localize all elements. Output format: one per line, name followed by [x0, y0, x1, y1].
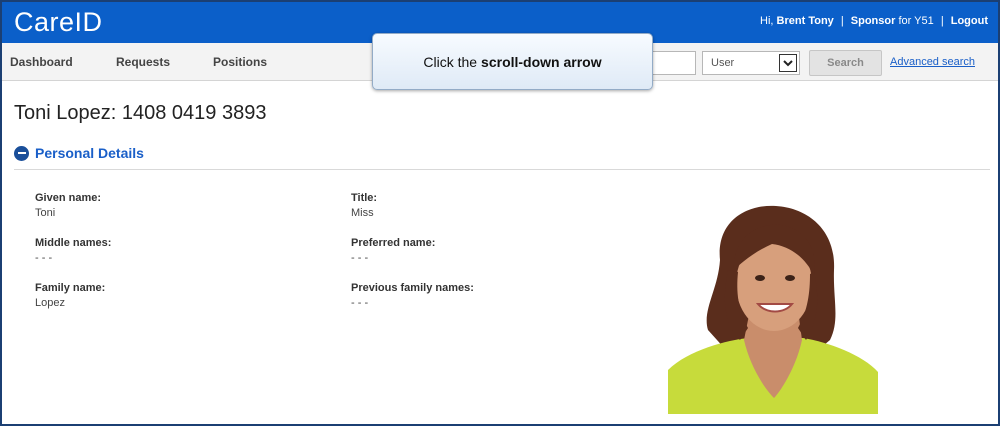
field-value: Toni [35, 207, 56, 219]
minus-circle-icon[interactable] [14, 145, 29, 161]
role-prefix: Sponsor [850, 15, 896, 27]
nav-item-requests[interactable]: Requests [116, 55, 170, 69]
profile-photo [668, 200, 878, 414]
field-label: Title: [351, 192, 378, 204]
field-value: - - - [351, 297, 369, 309]
tutorial-callout: Click the scroll-down arrow [372, 33, 653, 90]
divider [14, 169, 990, 170]
logout-link[interactable]: Logout [951, 15, 988, 27]
app-logo[interactable]: CareID [14, 7, 103, 38]
field-value: - - - [35, 252, 53, 264]
page-title: Toni Lopez: 1408 0419 3893 [14, 102, 267, 124]
role-suffix: for Y51 [898, 15, 934, 27]
field-label: Given name: [35, 192, 102, 204]
greeting-text: Hi, [760, 15, 774, 27]
field-value: Miss [351, 207, 374, 219]
app-window: CareID Hi, Brent Tony | Sponsor for Y51 … [0, 0, 1000, 426]
user-name: Brent Tony [776, 15, 834, 27]
field-previous-family-names: Previous family names: - - - [351, 282, 474, 309]
section-toggle-personal-details[interactable]: Personal Details [14, 145, 144, 161]
separator: | [940, 15, 944, 27]
field-family-name: Family name: Lopez [35, 282, 105, 309]
field-value: Lopez [35, 297, 65, 309]
chevron-down-icon[interactable] [779, 54, 797, 72]
field-title: Title: Miss [351, 192, 377, 219]
field-label: Family name: [35, 282, 106, 294]
field-value: - - - [351, 252, 369, 264]
section-label: Personal Details [35, 145, 144, 161]
advanced-search-link[interactable]: Advanced search [890, 56, 975, 68]
field-label: Middle names: [35, 237, 112, 249]
separator: | [840, 15, 844, 27]
nav-item-positions[interactable]: Positions [213, 55, 267, 69]
user-bar: Hi, Brent Tony | Sponsor for Y51 | Logou… [760, 15, 988, 27]
field-label: Previous family names: [351, 282, 474, 294]
search-type-select[interactable]: User [702, 51, 800, 75]
field-given-name: Given name: Toni [35, 192, 101, 219]
search-button[interactable]: Search [809, 50, 882, 76]
field-label: Preferred name: [351, 237, 436, 249]
field-middle-names: Middle names: - - - [35, 237, 111, 264]
callout-prefix: Click the [423, 53, 478, 70]
search-type-value: User [711, 57, 735, 69]
field-preferred-name: Preferred name: - - - [351, 237, 435, 264]
callout-emphasis: scroll-down arrow [481, 53, 602, 70]
nav-item-dashboard[interactable]: Dashboard [10, 55, 73, 69]
